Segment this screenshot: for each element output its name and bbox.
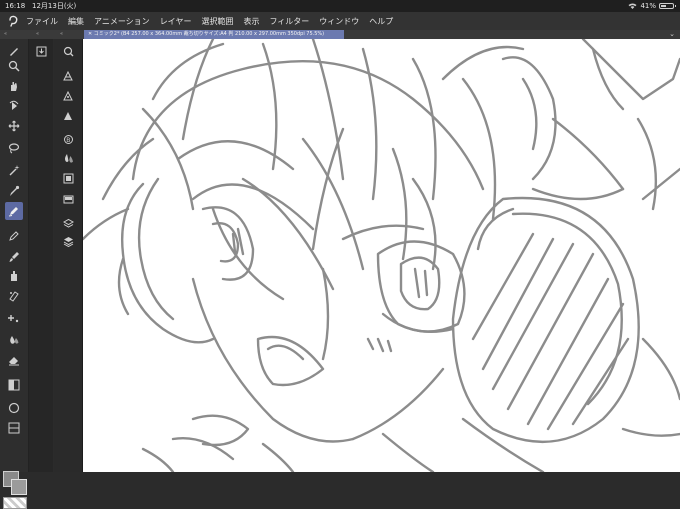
menu-animation[interactable]: アニメーション <box>94 16 150 27</box>
move-icon[interactable] <box>5 117 23 135</box>
transparent-color-chip[interactable] <box>3 497 27 509</box>
svg-text:B: B <box>66 137 70 144</box>
airbrush-icon[interactable] <box>5 267 23 285</box>
chevron-down-icon[interactable]: ⌄ <box>669 30 675 39</box>
menu-filter[interactable]: フィルター <box>269 16 309 27</box>
tool-palette <box>0 39 29 509</box>
collapse-tool-panel-button[interactable]: « <box>4 30 7 39</box>
menu-view[interactable]: 表示 <box>243 16 259 27</box>
app-logo-icon[interactable] <box>6 14 20 28</box>
pencil-icon[interactable] <box>5 227 23 245</box>
brush-density-icon[interactable]: B <box>60 131 76 147</box>
battery-icon <box>659 3 676 9</box>
pen-variant-icon[interactable] <box>60 87 76 103</box>
menu-window[interactable]: ウィンドウ <box>319 16 359 27</box>
drawing-canvas[interactable] <box>83 39 680 472</box>
import-icon[interactable] <box>33 43 49 59</box>
pen-shape-icon[interactable] <box>60 67 76 83</box>
canvas-tab[interactable]: ✕ コミック2* (B4 257.00 x 364.00mm 裁ち切りサイズ:A… <box>84 30 344 39</box>
layers-icon[interactable] <box>60 233 76 249</box>
layer-search-icon[interactable] <box>60 215 76 231</box>
figure-icon[interactable] <box>5 399 23 417</box>
decoration-icon[interactable] <box>5 287 23 305</box>
collapse-subtool-panel-button[interactable]: « <box>36 30 39 39</box>
ink-drop-icon[interactable] <box>60 150 76 166</box>
navigator-icon[interactable] <box>60 191 76 207</box>
zoom-icon[interactable] <box>5 57 23 75</box>
layer-property-icon[interactable] <box>60 170 76 186</box>
eyedropper-icon[interactable] <box>5 182 23 200</box>
status-time: 16:18 <box>5 2 26 10</box>
menu-layer[interactable]: レイヤー <box>160 16 192 27</box>
frame-border-icon[interactable] <box>5 419 23 437</box>
menu-file[interactable]: ファイル <box>26 16 58 27</box>
brush-icon[interactable] <box>5 248 23 266</box>
figure-plus-icon[interactable] <box>5 309 23 327</box>
subtool-panel <box>29 39 53 472</box>
sketch-drawing <box>83 39 680 472</box>
wifi-icon <box>628 3 637 9</box>
menu-bar: ファイル 編集 アニメーション レイヤー 選択範囲 表示 フィルター ウィンドウ… <box>0 12 680 30</box>
magic-wand-icon[interactable] <box>5 161 23 179</box>
eraser-icon[interactable] <box>5 351 23 369</box>
move-hand-icon[interactable] <box>5 77 23 95</box>
blend-icon[interactable] <box>5 331 23 349</box>
battery-percent: 41% <box>640 2 656 10</box>
lasso-icon[interactable] <box>5 139 23 157</box>
status-indicators: 41% <box>628 0 676 12</box>
collapse-subtool2-panel-button[interactable]: « <box>60 30 63 39</box>
menu-selection[interactable]: 選択範囲 <box>201 16 233 27</box>
search-icon[interactable] <box>60 43 76 59</box>
menu-edit[interactable]: 編集 <box>68 16 84 27</box>
menu-help[interactable]: ヘルプ <box>369 16 393 27</box>
pen-icon[interactable] <box>5 202 23 220</box>
gradient-icon[interactable] <box>5 376 23 394</box>
status-date: 12月13日(火) <box>32 2 77 10</box>
command-bar: B <box>54 39 83 472</box>
pen-marker-icon[interactable] <box>60 107 76 123</box>
status-bar: 16:18 12月13日(火) 41% <box>0 0 680 12</box>
sub-color-chip[interactable] <box>11 479 27 495</box>
rotate-icon[interactable] <box>5 97 23 115</box>
